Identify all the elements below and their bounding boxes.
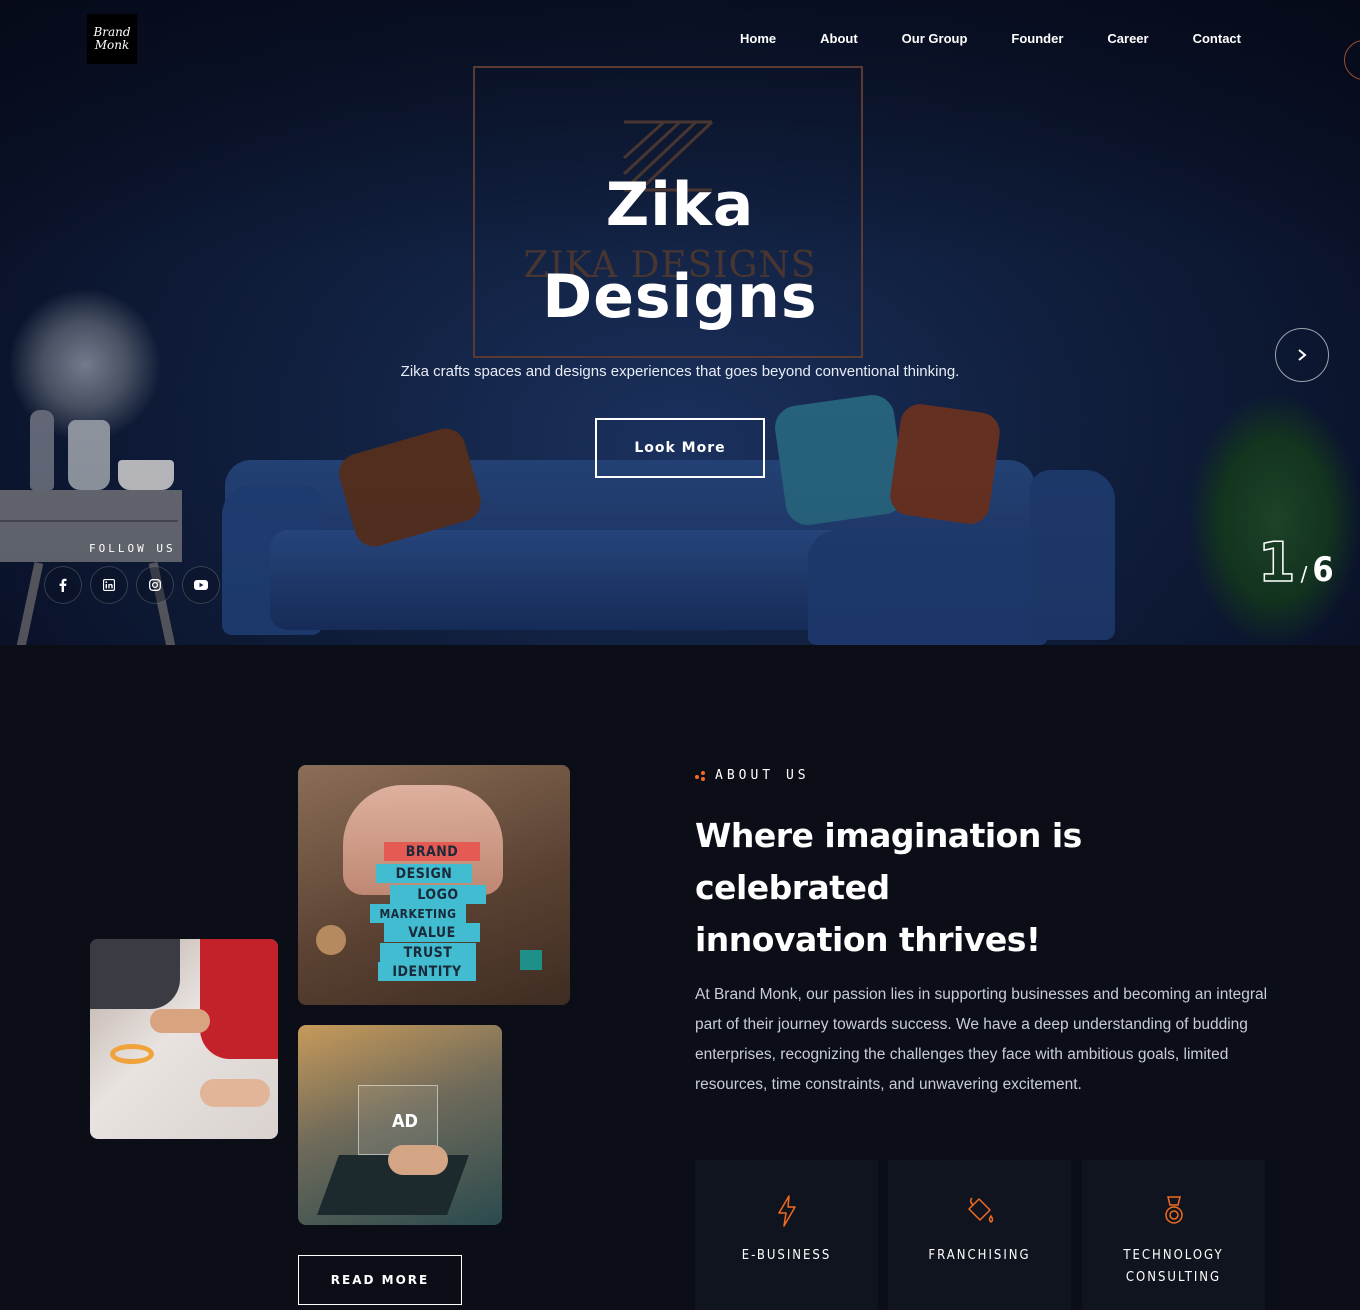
youtube-icon: [194, 580, 208, 590]
nav-career[interactable]: Career: [1107, 31, 1148, 46]
nav-contact[interactable]: Contact: [1193, 31, 1241, 46]
about-paragraph: At Brand Monk, our passion lies in suppo…: [695, 986, 1268, 1093]
about-heading-line2: celebrated: [695, 868, 890, 907]
wooden-ball: [316, 925, 346, 955]
slide-total-number: 6: [1312, 550, 1334, 590]
service-label-line1: TECHNOLOGY: [1123, 1248, 1224, 1263]
about-heading-line1: Where imagination is: [695, 816, 1082, 855]
ad-label: AD: [392, 1111, 418, 1132]
nav-home[interactable]: Home: [740, 31, 776, 46]
slider-next-button[interactable]: [1275, 328, 1329, 382]
pie-chart-paper: [110, 1044, 154, 1064]
nav-our-group[interactable]: Our Group: [902, 31, 968, 46]
about-heading: Where imagination is celebrated innovati…: [695, 810, 1255, 966]
facebook-icon: [59, 578, 67, 592]
service-label: E-BUSINESS: [741, 1248, 832, 1263]
read-more-button[interactable]: READ MORE: [298, 1255, 462, 1305]
hero-title-line1: Zika: [605, 170, 755, 240]
team-planning-image: [90, 939, 278, 1139]
logo-text-line2: Monk: [94, 38, 130, 52]
about-us-label: ABOUT US: [715, 768, 810, 783]
linkedin-icon: [103, 579, 115, 591]
about-us-tag: ABOUT US: [695, 768, 810, 783]
instagram-icon: [149, 579, 161, 591]
hand-shape: [200, 1079, 270, 1107]
nav-about[interactable]: About: [820, 31, 858, 46]
service-card-e-business[interactable]: E-BUSINESS: [695, 1160, 878, 1310]
binder-clip: [520, 950, 542, 970]
block-value: VALUE: [384, 923, 480, 942]
service-label: FRANCHISING: [928, 1248, 1031, 1263]
block-design: DESIGN: [376, 864, 472, 883]
medal-icon: [1164, 1196, 1183, 1224]
service-card-technology-consulting[interactable]: TECHNOLOGY CONSULTING: [1082, 1160, 1265, 1310]
block-brand: BRAND: [384, 842, 480, 861]
hero-title-line2: Designs: [542, 262, 818, 332]
service-label-line2: CONSULTING: [1125, 1270, 1222, 1285]
social-facebook-button[interactable]: [44, 566, 82, 604]
hand-shape: [150, 1009, 210, 1033]
chevron-right-icon: [1298, 349, 1307, 361]
brand-logo[interactable]: Brand Monk: [87, 14, 137, 64]
block-marketing: MARKETING: [370, 904, 466, 923]
slide-counter-separator: /: [1300, 562, 1308, 586]
slide-current-number: 1: [1257, 531, 1296, 594]
nav-founder[interactable]: Founder: [1011, 31, 1063, 46]
accent-dots-icon: [695, 770, 707, 781]
slide-counter: 1 / 6: [1257, 531, 1334, 594]
block-trust: TRUST: [380, 943, 476, 962]
red-sleeve: [200, 939, 278, 1059]
block-logo: LOGO: [390, 885, 486, 904]
hand-shape: [388, 1145, 448, 1175]
service-label: TECHNOLOGY CONSULTING: [1123, 1245, 1223, 1289]
hero-subtitle: Zika crafts spaces and designs experienc…: [400, 363, 960, 380]
about-heading-line3: innovation thrives!: [695, 920, 1041, 959]
social-youtube-button[interactable]: [182, 566, 220, 604]
social-instagram-button[interactable]: [136, 566, 174, 604]
main-nav: Home About Our Group Founder Career Cont…: [740, 31, 1241, 46]
look-more-button[interactable]: Look More: [595, 418, 765, 478]
lightning-icon: [777, 1195, 796, 1227]
brand-blocks-image: BRAND DESIGN LOGO MARKETING VALUE TRUST …: [298, 765, 570, 1005]
social-linkedin-button[interactable]: [90, 566, 128, 604]
dark-sleeve: [90, 939, 180, 1009]
hero-section: ZIKA DESIGNS Brand Monk Home About Our G…: [0, 0, 1360, 645]
follow-us-label: FOLLOW US: [89, 542, 176, 555]
digital-ad-image: AD: [298, 1025, 502, 1225]
block-identity: IDENTITY: [378, 962, 476, 981]
paint-bucket-icon: [967, 1197, 993, 1223]
service-card-franchising[interactable]: FRANCHISING: [888, 1160, 1071, 1310]
